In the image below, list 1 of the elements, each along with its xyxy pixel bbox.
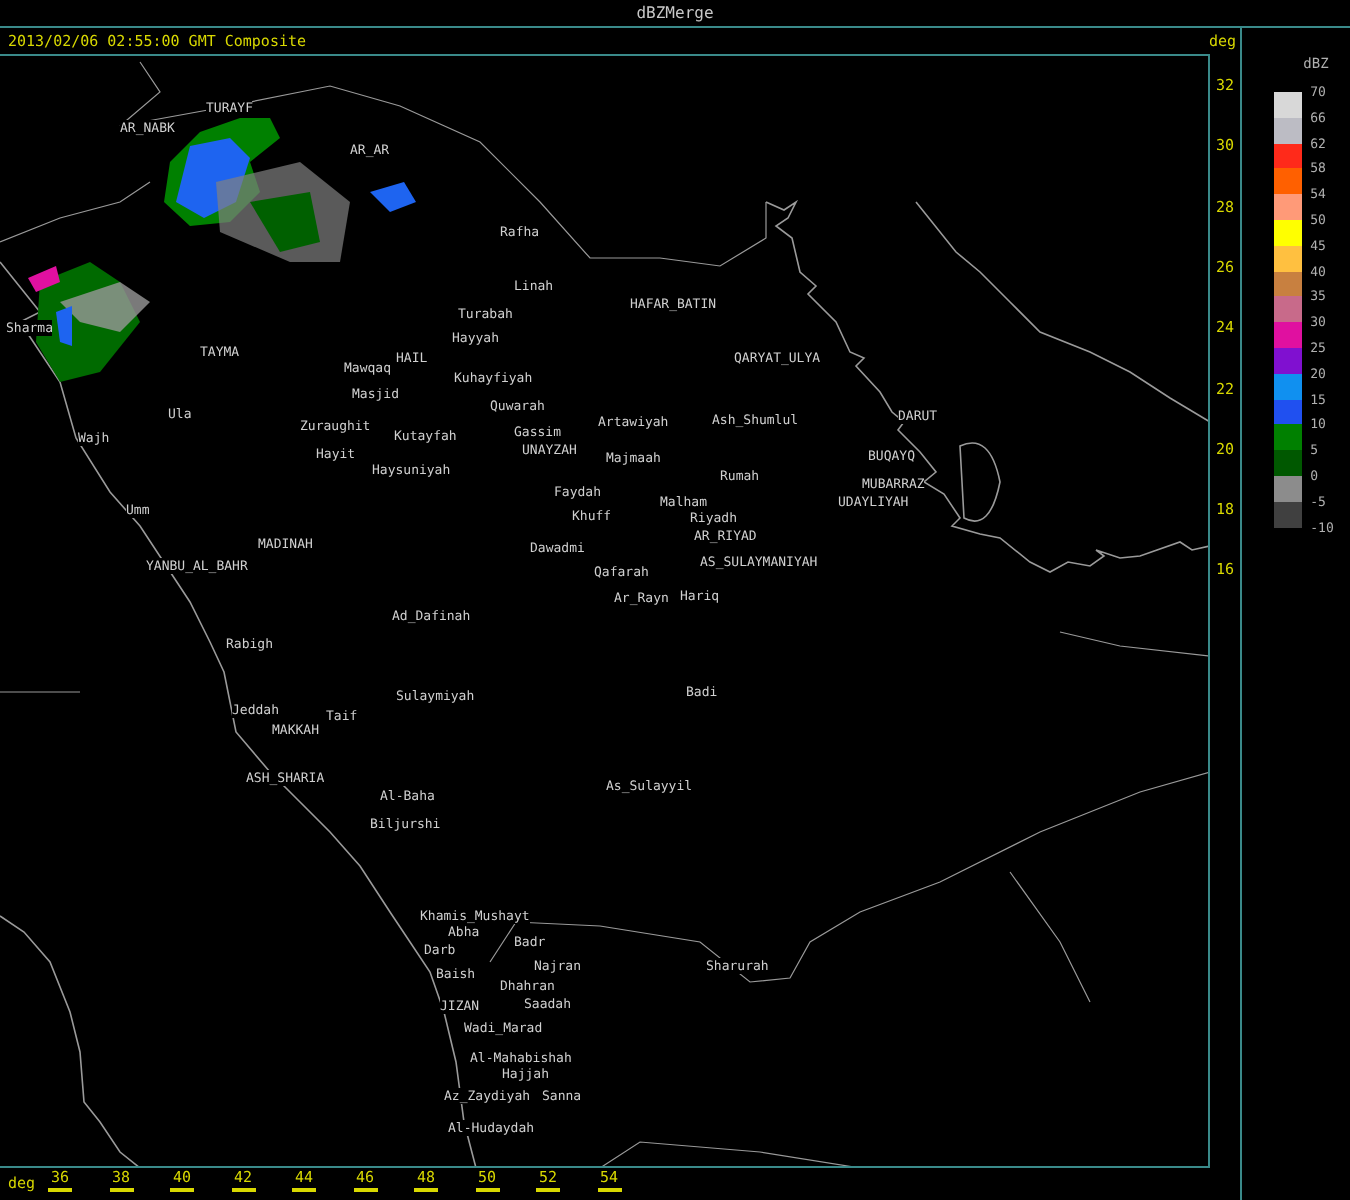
window-title: dBZMerge [636, 4, 714, 22]
